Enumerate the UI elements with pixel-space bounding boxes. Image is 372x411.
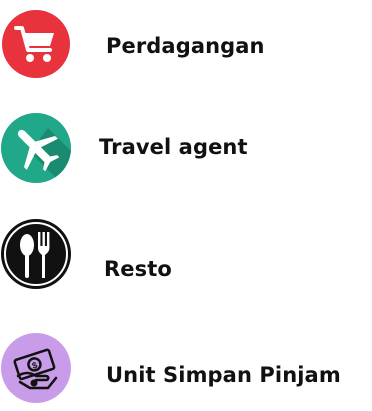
category-label: Resto [104, 257, 172, 281]
category-item-resto[interactable]: Resto [0, 218, 372, 290]
fork-spoon-icon [0, 218, 72, 290]
category-label: Unit Simpan Pinjam [106, 363, 341, 387]
money-icon: $ [0, 332, 72, 404]
category-label: Travel agent [99, 135, 248, 159]
shopping-cart-icon [0, 8, 72, 80]
category-item-travel-agent[interactable]: Travel agent [0, 112, 372, 184]
category-item-unit-simpan-pinjam[interactable]: $ Unit Simpan Pinjam [0, 332, 372, 404]
category-label: Perdagangan [106, 34, 265, 58]
airplane-icon [0, 112, 72, 184]
category-item-perdagangan[interactable]: Perdagangan [0, 8, 372, 80]
